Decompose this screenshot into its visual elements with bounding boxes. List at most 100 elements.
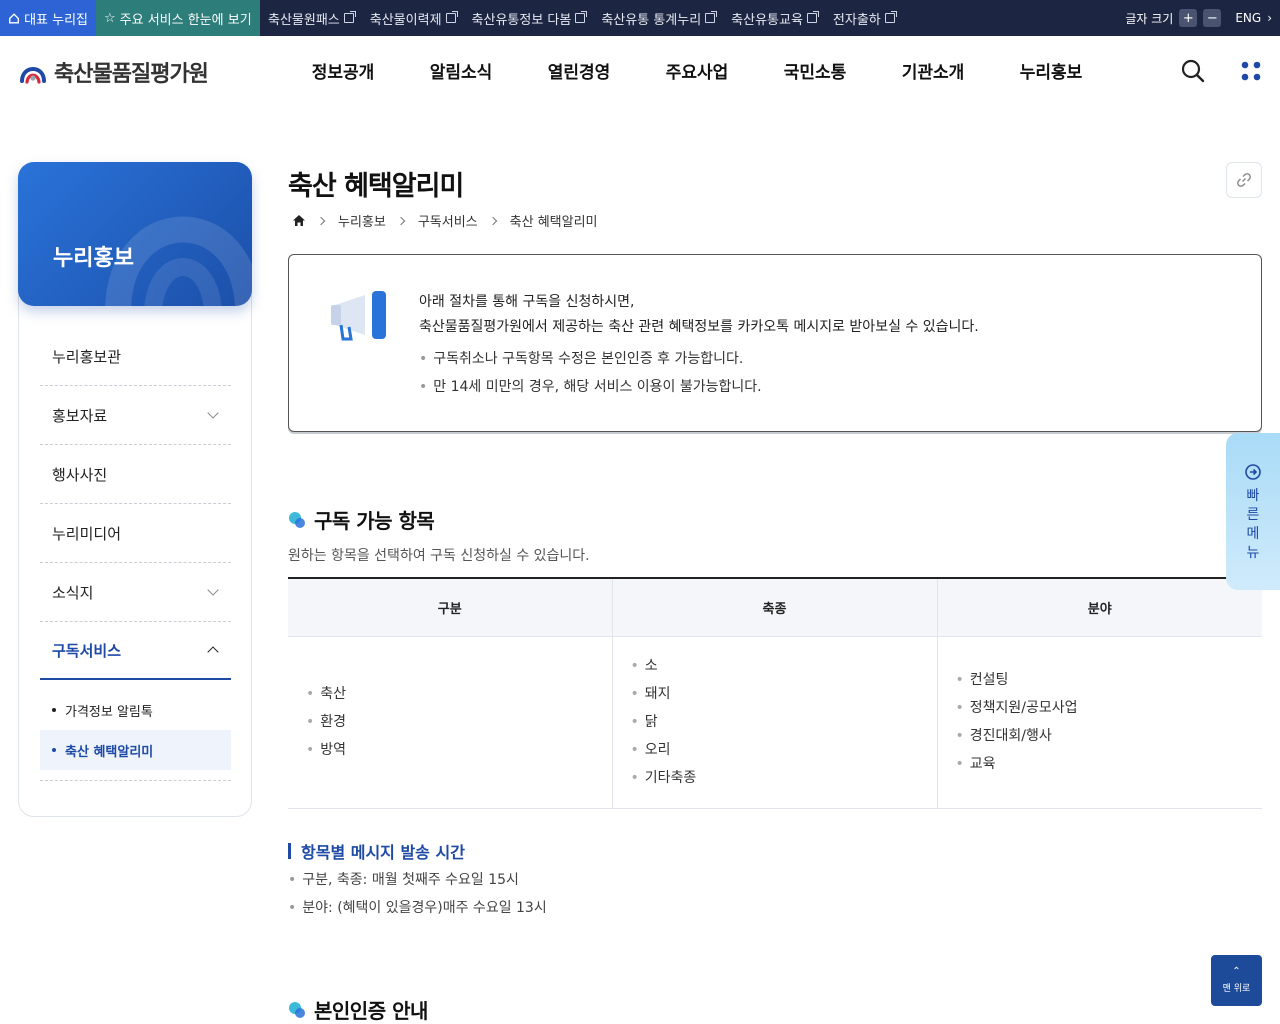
notice-line: 축산물품질평가원에서 제공하는 축산 관련 혜택정보를 카카오톡 메시지로 받아… (419, 319, 979, 335)
gnb-item[interactable]: 기관소개 (874, 58, 992, 83)
external-link-icon (806, 11, 819, 23)
site-logo[interactable]: 축산물품질평가원 (18, 56, 209, 88)
list-item: 축산 (306, 680, 612, 708)
main-services-label: 주요 서비스 한눈에 보기 (119, 12, 252, 28)
notice-line: 아래 절차를 통해 구독을 신청하시면, (419, 294, 635, 310)
back-to-top-button[interactable]: ⌃ 맨 위로 (1211, 955, 1262, 1006)
topbar-link-stats[interactable]: 축산유통 통계누리 (593, 9, 723, 28)
schedule-heading: 항목별 메시지 발송 시간 (288, 839, 465, 863)
list-item: 교육 (956, 750, 1263, 778)
quick-menu-char: 메 (1246, 526, 1260, 542)
language-button[interactable]: ENG (1235, 11, 1261, 25)
font-decrease-button[interactable]: − (1203, 9, 1222, 27)
section-title: 본인인증 안내 (314, 999, 428, 1023)
link-label: 축산물이력제 (369, 12, 442, 28)
list-item: 컨설팅 (956, 666, 1263, 694)
breadcrumb: 누리홍보 구독서비스 축산 혜택알리미 (292, 211, 598, 230)
section-bullet-icon (289, 511, 305, 528)
schedule-list: 구분, 축종: 매월 첫째주 수요일 15시 분야: (혜택이 있을경우)매주 … (288, 866, 547, 922)
home-icon (9, 12, 20, 23)
table-header: 분야 (936, 578, 1262, 637)
sidebar-item-label: 누리미디어 (52, 524, 122, 543)
sidebar-item-promo-materials[interactable]: 홍보자료 (40, 386, 231, 445)
breadcrumb-item[interactable]: 구독서비스 (418, 211, 478, 230)
list-item: 닭 (631, 708, 937, 736)
watermark-logo-icon (105, 216, 252, 306)
quick-menu-char: 뉴 (1246, 545, 1260, 561)
gnb-item[interactable]: 알림소식 (402, 58, 520, 83)
list-item: 구분, 축종: 매월 첫째주 수요일 15시 (288, 866, 547, 894)
topbar-link-edu[interactable]: 축산유통교육 (723, 9, 825, 28)
gnb-item[interactable]: 누리홍보 (992, 58, 1110, 83)
search-icon[interactable] (1180, 58, 1206, 84)
sidebar-title: 누리홍보 (53, 246, 134, 271)
quick-menu-button[interactable]: 빠 른 메 뉴 (1226, 433, 1280, 590)
sidebar-item-subscription[interactable]: 구독서비스 (40, 622, 231, 680)
list-item: 오리 (631, 736, 937, 764)
font-increase-button[interactable]: + (1179, 9, 1198, 27)
notice-bullet: 만 14세 미만의 경우, 해당 서비스 이용이 불가능합니다. (419, 373, 761, 401)
sidebar-item-label: 누리홍보관 (52, 347, 122, 366)
sidebar-item-promo-hall[interactable]: 누리홍보관 (40, 327, 231, 386)
gnb-item[interactable]: 국민소통 (756, 58, 874, 83)
sidebar-submenu: 가격정보 알림톡 축산 혜택알리미 (40, 680, 231, 781)
section-heading-auth: 본인인증 안내 (288, 995, 428, 1024)
link-label: 축산유통교육 (731, 12, 803, 28)
table-header: 축종 (611, 578, 937, 637)
external-link-icon (705, 11, 718, 23)
gnb-item[interactable]: 열린경영 (520, 58, 638, 83)
quick-menu-char: 빠 (1246, 488, 1260, 504)
home-icon[interactable] (292, 214, 306, 227)
link-label: 전자출하 (832, 12, 881, 28)
topbar-link-eship[interactable]: 전자출하 (825, 9, 903, 28)
sidebar-item-newsletter[interactable]: 소식지 (40, 563, 231, 622)
chevron-up-icon (207, 646, 219, 658)
notice-bullet: 구독취소나 구독항목 수정은 본인인증 후 가능합니다. (419, 345, 762, 373)
sidebar-menu: 누리홍보관 홍보자료 행사사진 누리미디어 소식지 구독서비스 가격정보 알림톡… (40, 327, 231, 781)
external-link-icon (445, 11, 458, 23)
list-item: 소 (631, 652, 937, 680)
list-item: 환경 (306, 708, 612, 736)
quick-menu-char: 른 (1246, 507, 1260, 523)
sidebar-item-media[interactable]: 누리미디어 (40, 504, 231, 563)
all-menu-icon[interactable] (1240, 60, 1262, 82)
topbar-link-dabom[interactable]: 축산유통정보 다봄 (464, 9, 594, 28)
breadcrumb-item[interactable]: 누리홍보 (338, 211, 386, 230)
sidebar-header: 누리홍보 (18, 162, 252, 306)
section-bullet-icon (289, 1001, 305, 1018)
gnb-item[interactable]: 정보공개 (284, 58, 402, 83)
submenu-item-price-alert[interactable]: 가격정보 알림톡 (40, 690, 231, 730)
megaphone-icon (331, 291, 386, 341)
sidebar-item-event-photos[interactable]: 행사사진 (40, 445, 231, 504)
topbar-link-trace[interactable]: 축산물이력제 (362, 9, 464, 28)
rep-portal-button[interactable]: 대표 누리집 (0, 0, 96, 36)
table-cell: 소 돼지 닭 오리 기타축종 (611, 636, 937, 809)
submenu-item-benefit-alert[interactable]: 축산 혜택알리미 (40, 730, 231, 770)
main-services-button[interactable]: ☆ 주요 서비스 한눈에 보기 (96, 0, 260, 36)
list-item: 기타축종 (631, 764, 937, 792)
font-size-label: 글자 크기 (1125, 11, 1174, 26)
subscription-items-table: 구분 축종 분야 축산 환경 방역 소 돼지 닭 오리 기타축종 컨설팅 정책지… (288, 577, 1262, 809)
utility-bar: 대표 누리집 ☆ 주요 서비스 한눈에 보기 축산물원패스 축산물이력제 축산유… (0, 0, 1280, 36)
share-link-button[interactable] (1226, 162, 1262, 198)
logo-mark-icon (20, 67, 46, 84)
section-description: 원하는 항목을 선택하여 구독 신청하실 수 있습니다. (288, 548, 590, 564)
gnb-item[interactable]: 주요사업 (638, 58, 756, 83)
back-to-top-label: 맨 위로 (1222, 984, 1251, 994)
site-header: 축산물품질평가원 정보공개 알림소식 열린경영 주요사업 국민소통 기관소개 누… (0, 36, 1280, 108)
link-icon (1237, 173, 1251, 187)
rep-portal-label: 대표 누리집 (24, 12, 88, 28)
quick-menu-icon (1245, 464, 1261, 480)
table-cell: 축산 환경 방역 (288, 636, 612, 809)
chevron-up-icon: ⌃ (1232, 966, 1241, 977)
chevron-down-icon (207, 407, 219, 419)
section-title: 구독 가능 항목 (314, 509, 435, 533)
chevron-right-icon (316, 216, 326, 225)
notice-message: 아래 절차를 통해 구독을 신청하시면, 축산물품질평가원에서 제공하는 축산 … (419, 290, 979, 340)
chevron-right-icon: › (1267, 11, 1272, 25)
notice-bullets: 구독취소나 구독항목 수정은 본인인증 후 가능합니다. 만 14세 미만의 경… (419, 345, 762, 401)
external-link-icon (343, 11, 356, 23)
sidebar-item-label: 홍보자료 (52, 406, 108, 425)
topbar-link-onepass[interactable]: 축산물원패스 (260, 9, 362, 28)
chevron-right-icon (396, 216, 406, 225)
